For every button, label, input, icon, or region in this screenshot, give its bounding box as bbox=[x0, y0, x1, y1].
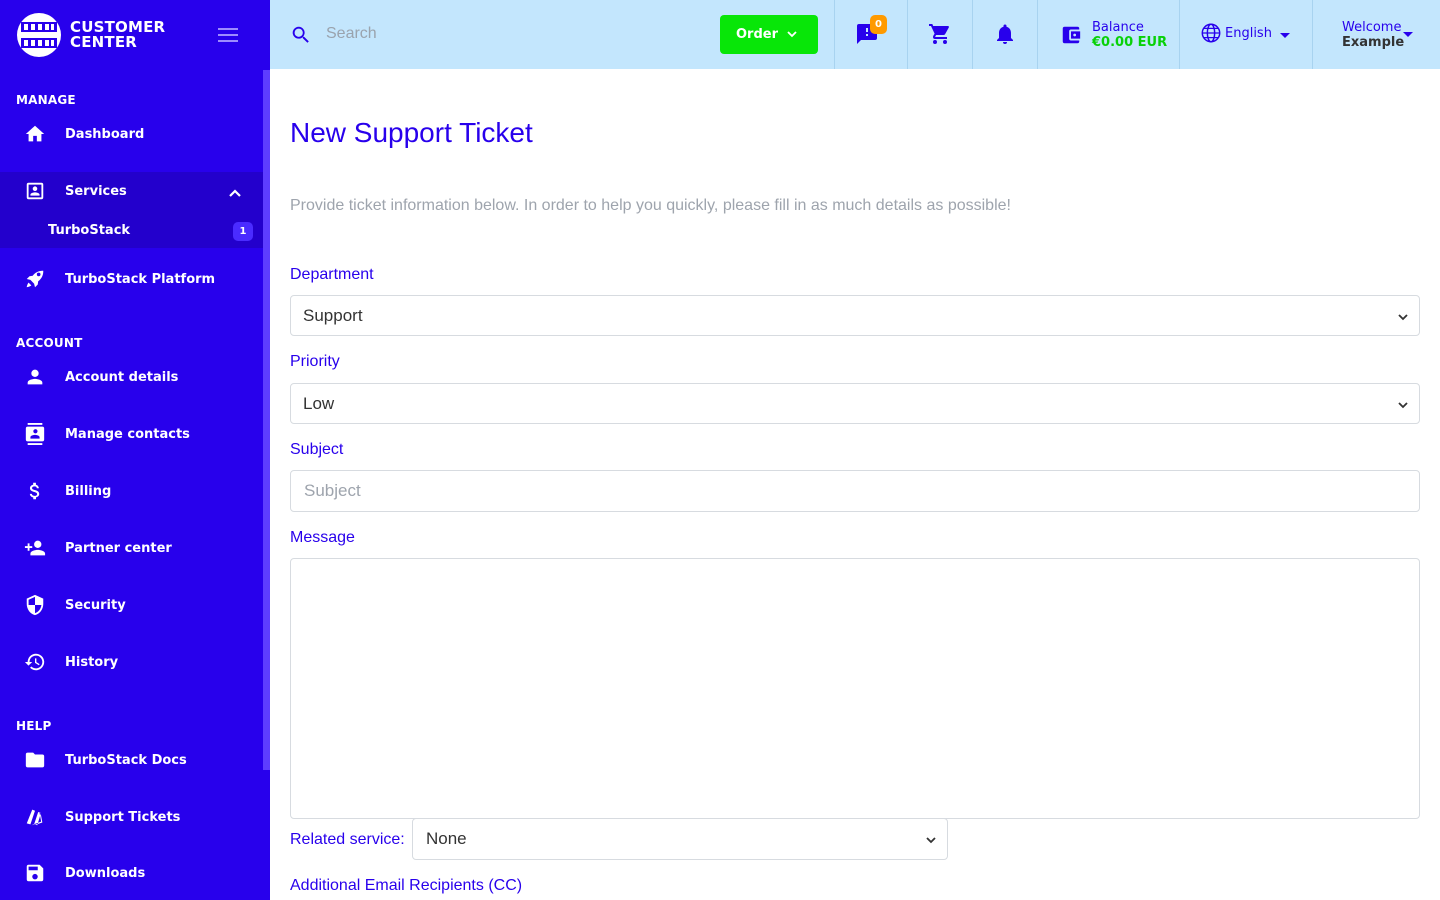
sidebar-scrollbar[interactable] bbox=[263, 70, 270, 770]
sidebar-item-label: Partner center bbox=[65, 540, 172, 556]
message-label: Message bbox=[290, 529, 355, 546]
add-user-icon bbox=[23, 536, 47, 560]
related-service-value: None bbox=[426, 829, 467, 848]
priority-label: Priority bbox=[290, 353, 340, 370]
caret-down-icon bbox=[1280, 33, 1290, 38]
page-title: New Support Ticket bbox=[290, 117, 533, 148]
sidebar-item-turbostack-platform[interactable]: TurboStack Platform bbox=[0, 256, 263, 302]
brand[interactable]: CUSTOMER CENTER bbox=[16, 12, 165, 58]
logo-icon bbox=[17, 13, 61, 57]
sidebar-item-label: Downloads bbox=[65, 865, 146, 881]
sidebar-subitem-label: TurboStack bbox=[48, 223, 131, 238]
chevron-up-icon[interactable] bbox=[228, 186, 242, 200]
chevron-down-icon bbox=[787, 31, 797, 38]
wallet-icon bbox=[1062, 26, 1081, 44]
sidebar-item-label: TurboStack Platform bbox=[65, 271, 216, 287]
chevron-down-icon bbox=[1398, 314, 1408, 321]
messages-badge: 0 bbox=[870, 15, 887, 34]
related-service-select[interactable]: None bbox=[412, 818, 948, 860]
divider bbox=[1037, 0, 1038, 69]
search-input[interactable] bbox=[326, 18, 686, 50]
section-help: HELP bbox=[16, 719, 52, 733]
sidebar-item-dashboard[interactable]: Dashboard bbox=[0, 111, 263, 157]
priority-select[interactable]: Low bbox=[290, 383, 1420, 424]
sidebar-item-billing[interactable]: Billing bbox=[0, 468, 263, 514]
sidebar-item-manage-contacts[interactable]: Manage contacts bbox=[0, 411, 263, 457]
language-selector[interactable]: English bbox=[1200, 22, 1290, 46]
sidebar-item-label: Support Tickets bbox=[65, 809, 181, 825]
sidebar: CUSTOMER CENTER MANAGE Dashboard Service… bbox=[0, 0, 270, 900]
sidebar-item-label: Account details bbox=[65, 369, 179, 385]
topbar: Order 0 Balance €0.00 EUR English Welcom… bbox=[270, 0, 1440, 69]
chevron-down-icon bbox=[926, 837, 936, 844]
subject-input[interactable] bbox=[290, 470, 1420, 512]
divider bbox=[834, 0, 835, 69]
intro-text: Provide ticket information below. In ord… bbox=[290, 197, 1011, 214]
search-icon[interactable] bbox=[290, 24, 312, 46]
divider bbox=[1312, 0, 1313, 69]
user-icon bbox=[23, 365, 47, 389]
order-button-label: Order bbox=[736, 27, 778, 42]
divider bbox=[972, 0, 973, 69]
sidebar-item-account-details[interactable]: Account details bbox=[0, 354, 263, 400]
user-name: Example bbox=[1342, 35, 1405, 50]
globe-icon bbox=[1201, 23, 1221, 43]
sidebar-item-partner-center[interactable]: Partner center bbox=[0, 525, 263, 571]
sidebar-item-downloads[interactable]: Downloads bbox=[0, 850, 263, 896]
order-button[interactable]: Order bbox=[720, 15, 818, 54]
sidebar-item-label: Security bbox=[65, 597, 126, 613]
related-service-label: Related service: bbox=[290, 831, 405, 848]
contact-card-icon bbox=[23, 179, 47, 203]
department-value: Support bbox=[303, 305, 363, 325]
menu-toggle-icon[interactable] bbox=[218, 28, 238, 42]
welcome-label: Welcome bbox=[1342, 20, 1402, 35]
user-menu[interactable]: Welcome Example bbox=[1342, 20, 1437, 52]
history-icon bbox=[23, 650, 47, 674]
sidebar-item-turbostack-docs[interactable]: TurboStack Docs bbox=[0, 737, 263, 783]
divider bbox=[907, 0, 908, 69]
sidebar-subitem-turbostack[interactable]: TurboStack bbox=[0, 215, 263, 247]
divider bbox=[1179, 0, 1180, 69]
count-badge: 1 bbox=[233, 222, 253, 241]
subject-label: Subject bbox=[290, 441, 344, 458]
sidebar-item-label: History bbox=[65, 654, 119, 670]
cc-label: Additional Email Recipients (CC) bbox=[290, 877, 523, 894]
balance-value: €0.00 EUR bbox=[1092, 35, 1168, 50]
shield-icon bbox=[23, 593, 47, 617]
contacts-book-icon bbox=[23, 422, 47, 446]
department-select[interactable]: Support bbox=[290, 295, 1420, 336]
language-label: English bbox=[1225, 26, 1272, 41]
chevron-down-icon bbox=[1398, 402, 1408, 409]
sidebar-item-support-tickets[interactable]: Support Tickets bbox=[0, 794, 263, 840]
caret-down-icon bbox=[1403, 32, 1413, 37]
folder-icon bbox=[23, 748, 47, 772]
sidebar-item-label: Services bbox=[65, 183, 127, 199]
sidebar-item-services[interactable]: Services bbox=[0, 168, 263, 214]
balance-label: Balance bbox=[1092, 20, 1144, 35]
sidebar-item-label: TurboStack Docs bbox=[65, 752, 187, 768]
balance-widget[interactable]: Balance €0.00 EUR bbox=[1060, 20, 1190, 50]
sidebar-item-label: Manage contacts bbox=[65, 426, 190, 442]
bell-icon[interactable] bbox=[993, 22, 1017, 46]
ticket-icon bbox=[23, 805, 47, 829]
cart-icon[interactable] bbox=[928, 22, 952, 46]
brand-name: CUSTOMER CENTER bbox=[70, 18, 166, 51]
sidebar-item-label: Billing bbox=[65, 483, 112, 499]
home-icon bbox=[23, 122, 47, 146]
dollar-icon bbox=[23, 479, 47, 503]
section-manage: MANAGE bbox=[16, 93, 76, 107]
priority-value: Low bbox=[303, 393, 335, 413]
save-icon bbox=[23, 861, 47, 885]
section-account: ACCOUNT bbox=[16, 336, 83, 350]
rocket-icon bbox=[23, 267, 47, 291]
department-label: Department bbox=[290, 266, 374, 283]
sidebar-item-history[interactable]: History bbox=[0, 639, 263, 685]
sidebar-item-label: Dashboard bbox=[65, 126, 145, 142]
sidebar-item-security[interactable]: Security bbox=[0, 582, 263, 628]
message-textarea[interactable] bbox=[290, 558, 1420, 819]
